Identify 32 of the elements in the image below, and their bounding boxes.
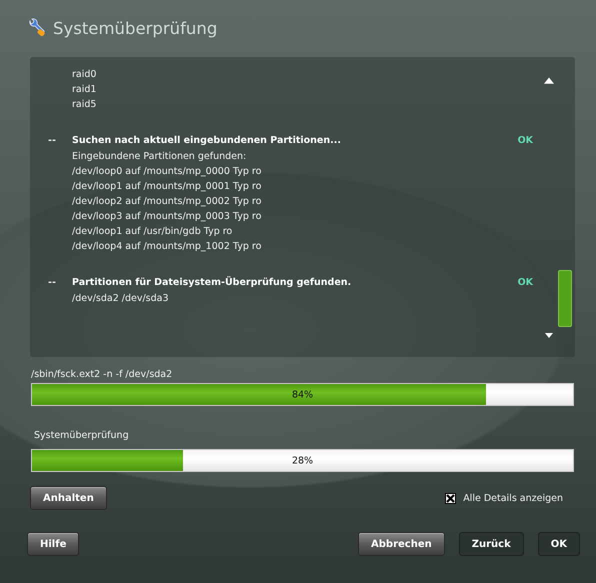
step-status: OK xyxy=(518,135,533,146)
wrench-icon xyxy=(27,18,47,38)
dialog-button[interactable]: Zurück xyxy=(458,532,524,556)
step-status: OK xyxy=(518,277,533,288)
log-line: /dev/loop0 auf /mounts/mp_0000 Typ ro xyxy=(72,165,262,179)
log-line: Eingebundene Partitionen gefunden: xyxy=(72,150,246,164)
scrollbar-thumb[interactable] xyxy=(558,270,572,327)
progress-label: Systemüberprüfung xyxy=(34,429,129,443)
stop-button[interactable]: Anhalten xyxy=(30,486,107,510)
dialog-button[interactable]: Abbrechen xyxy=(358,532,445,556)
checkbox[interactable] xyxy=(445,492,456,504)
log-step-title: Suchen nach aktuell eingebundenen Partitionen... xyxy=(72,135,342,146)
log-line: /dev/loop1 auf /usr/bin/gdb Typ ro xyxy=(72,225,232,239)
log-line: raid0 xyxy=(72,68,96,82)
log-line: /dev/loop1 auf /mounts/mp_0001 Typ ro xyxy=(72,180,262,194)
log-line: /dev/sda2 /dev/sda3 xyxy=(72,292,169,306)
log-step-title: Partitionen für Dateisystem-Überprüfung gefunden. xyxy=(72,277,352,288)
log-line: /dev/loop3 auf /mounts/mp_0003 Typ ro xyxy=(72,210,262,224)
dialog-button[interactable]: Hilfe xyxy=(27,532,80,556)
log-marker: -- xyxy=(48,277,57,288)
scroll-up-icon[interactable] xyxy=(541,75,557,85)
progress-label: /sbin/fsck.ext2 -n -f /dev/sda2 xyxy=(31,368,172,382)
checkbox-label[interactable]: Alle Details anzeigen xyxy=(463,492,563,504)
progress-reading: 28% xyxy=(292,455,314,466)
window-title: Systemüberprüfung xyxy=(53,18,218,38)
log-line: raid5 xyxy=(72,98,96,112)
progress-reading: 84% xyxy=(292,389,314,400)
dialog-button[interactable]: OK xyxy=(538,532,580,556)
log-line: raid1 xyxy=(72,83,96,97)
log-marker: -- xyxy=(48,135,57,146)
log-line: /dev/loop2 auf /mounts/mp_0002 Typ ro xyxy=(72,195,262,209)
log-line: /dev/loop4 auf /mounts/mp_1002 Typ ro xyxy=(72,240,262,254)
